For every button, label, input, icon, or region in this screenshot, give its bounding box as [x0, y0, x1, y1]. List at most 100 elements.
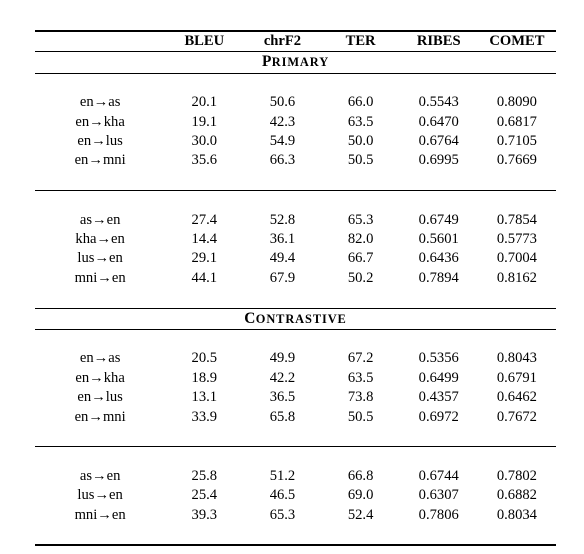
- table-row: lus→en 29.1 49.4 66.7 0.6436 0.7004: [35, 249, 556, 268]
- cell-comet: 0.8043: [496, 350, 537, 367]
- cell-bleu: 39.3: [191, 506, 218, 523]
- row-direction: en→mni: [74, 152, 126, 169]
- table-row: en→as 20.5 49.9 67.2 0.5356 0.8043: [35, 349, 556, 368]
- row-direction: mni→en: [74, 269, 126, 286]
- cell-ribes: 0.5543: [418, 94, 459, 111]
- cell-ter: 52.4: [347, 506, 374, 523]
- cell-chrf2: 50.6: [269, 94, 296, 111]
- cell-chrf2: 49.9: [269, 350, 296, 367]
- cell-ribes: 0.7894: [418, 269, 459, 286]
- row-direction: mni→en: [74, 506, 126, 523]
- cell-ribes: 0.6764: [418, 133, 459, 150]
- cell-comet: 0.7004: [496, 250, 537, 267]
- table-body: PRIMARY en→as 20.1 50.6 66.0 0.5543 0.80…: [35, 51, 556, 548]
- cell-comet: 0.7672: [496, 408, 537, 425]
- cell-comet: 0.7669: [496, 152, 537, 169]
- table-row: en→lus 30.0 54.9 50.0 0.6764 0.7105: [35, 132, 556, 151]
- cell-chrf2: 65.8: [269, 408, 296, 425]
- row-direction: lus→en: [77, 250, 123, 267]
- cell-ter: 65.3: [347, 211, 374, 228]
- cell-ter: 63.5: [347, 369, 374, 386]
- section-title-primary-rest: RIMARY: [271, 55, 330, 70]
- table-row: as→en 25.8 51.2 66.8 0.6744 0.7802: [35, 467, 556, 486]
- spacer: [35, 171, 556, 191]
- table-row: en→mni 35.6 66.3 50.5 0.6995 0.7669: [35, 151, 556, 170]
- cell-chrf2: 66.3: [269, 152, 296, 169]
- row-direction: lus→en: [77, 487, 123, 504]
- cell-comet: 0.8162: [496, 269, 537, 286]
- cell-ribes: 0.6972: [418, 408, 459, 425]
- clipped-text-above-table: [6, 0, 578, 2]
- cell-ter: 50.0: [347, 133, 374, 150]
- row-direction: en→kha: [75, 113, 125, 130]
- cell-chrf2: 51.2: [269, 467, 296, 484]
- row-direction: kha→en: [75, 231, 125, 248]
- cell-ribes: 0.5601: [418, 231, 459, 248]
- cell-chrf2: 65.3: [269, 506, 296, 523]
- section-header-primary: PRIMARY: [35, 51, 556, 74]
- cell-comet: 0.7854: [496, 211, 537, 228]
- cell-comet: 0.8034: [496, 506, 537, 523]
- cell-ribes: 0.6436: [418, 250, 459, 267]
- cell-comet: 0.7802: [496, 467, 537, 484]
- table-row: en→kha 18.9 42.2 63.5 0.6499 0.6791: [35, 369, 556, 388]
- cell-bleu: 19.1: [191, 113, 218, 130]
- cell-bleu: 25.4: [191, 487, 218, 504]
- table-row: en→as 20.1 50.6 66.0 0.5543 0.8090: [35, 93, 556, 112]
- cell-chrf2: 46.5: [269, 487, 296, 504]
- row-direction: en→mni: [74, 408, 126, 425]
- section-title-contrastive-rest: ONTRASTIVE: [255, 311, 347, 326]
- clipped-caption-below-table: [6, 541, 306, 549]
- cell-bleu: 44.1: [191, 269, 218, 286]
- table-header: BLEU chrF2 TER RIBES COMET: [35, 30, 556, 52]
- row-direction: as→en: [79, 211, 121, 228]
- cell-chrf2: 36.5: [269, 389, 296, 406]
- column-header-ter: TER: [345, 33, 376, 49]
- cell-chrf2: 54.9: [269, 133, 296, 150]
- cell-bleu: 29.1: [191, 250, 218, 267]
- cell-bleu: 27.4: [191, 211, 218, 228]
- cell-bleu: 33.9: [191, 408, 218, 425]
- column-header-bleu: BLEU: [184, 33, 225, 49]
- cell-bleu: 35.6: [191, 152, 218, 169]
- results-table-container: BLEU chrF2 TER RIBES COMET PRIMARY en→as…: [35, 30, 556, 548]
- column-header-row: BLEU chrF2 TER RIBES COMET: [35, 32, 556, 52]
- cell-chrf2: 52.8: [269, 211, 296, 228]
- cell-ribes: 0.7806: [418, 506, 459, 523]
- cell-chrf2: 36.1: [269, 231, 296, 248]
- spacer: [35, 191, 556, 210]
- cell-bleu: 13.1: [191, 389, 218, 406]
- cell-comet: 0.6817: [496, 113, 537, 130]
- section-title-contrastive-initial: C: [244, 309, 256, 327]
- cell-comet: 0.6462: [496, 389, 537, 406]
- cell-ter: 82.0: [347, 231, 374, 248]
- spacer: [35, 330, 556, 350]
- cell-ter: 66.7: [347, 250, 374, 267]
- cell-ribes: 0.5356: [418, 350, 459, 367]
- section-title-primary-initial: P: [261, 53, 272, 71]
- cell-ribes: 0.6749: [418, 211, 459, 228]
- table-row: mni→en 39.3 65.3 52.4 0.7806 0.8034: [35, 506, 556, 525]
- cell-chrf2: 67.9: [269, 269, 296, 286]
- cell-ter: 50.5: [347, 152, 374, 169]
- cell-bleu: 18.9: [191, 369, 218, 386]
- table-row: as→en 27.4 52.8 65.3 0.6749 0.7854: [35, 211, 556, 230]
- column-header-direction: [35, 32, 165, 52]
- cell-comet: 0.5773: [496, 231, 537, 248]
- cell-ter: 73.8: [347, 389, 374, 406]
- cell-comet: 0.7105: [496, 133, 537, 150]
- cell-bleu: 30.0: [191, 133, 218, 150]
- cell-chrf2: 49.4: [269, 250, 296, 267]
- cell-bleu: 25.8: [191, 467, 218, 484]
- table-row: lus→en 25.4 46.5 69.0 0.6307 0.6882: [35, 486, 556, 505]
- cell-ribes: 0.6995: [418, 152, 459, 169]
- cell-ribes: 0.6499: [418, 369, 459, 386]
- spacer: [35, 288, 556, 308]
- table-row: en→mni 33.9 65.8 50.5 0.6972 0.7672: [35, 408, 556, 427]
- spacer: [35, 73, 556, 93]
- cell-ter: 50.5: [347, 408, 374, 425]
- results-table: BLEU chrF2 TER RIBES COMET PRIMARY en→as…: [35, 30, 556, 548]
- cell-bleu: 20.1: [191, 94, 218, 111]
- cell-chrf2: 42.3: [269, 113, 296, 130]
- section-header-contrastive: CONTRASTIVE: [35, 307, 556, 331]
